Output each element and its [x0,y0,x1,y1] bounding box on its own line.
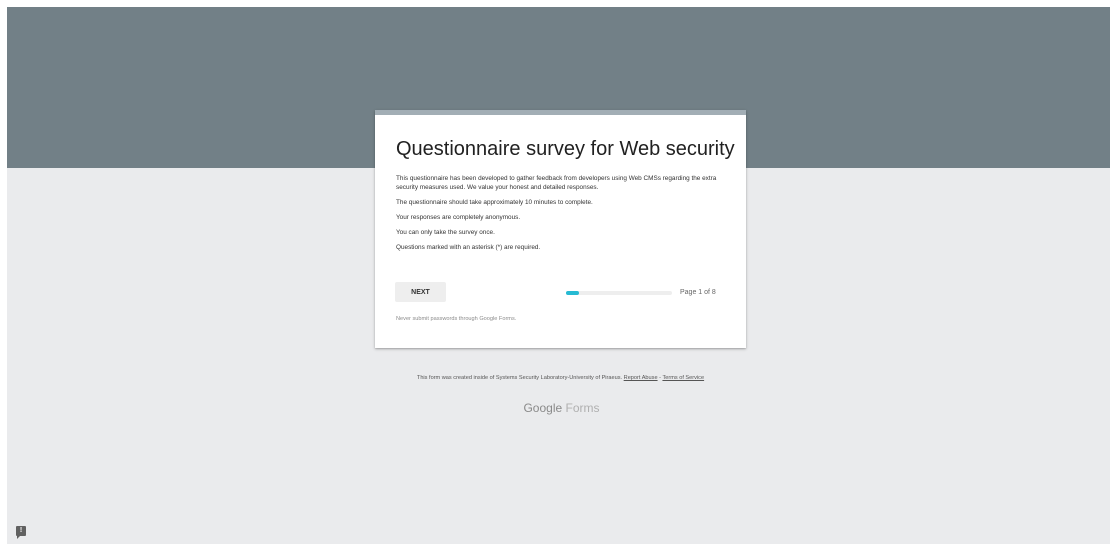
progress-bar-fill [566,291,579,295]
footer-notice: This form was created inside of Systems … [390,375,731,383]
page-indicator: Page 1 of 8 [680,289,716,296]
description-required: Questions marked with an asterisk (*) ar… [396,243,541,251]
form-title: Questionnaire survey for Web security [396,138,735,160]
form-card: Questionnaire survey for Web security Th… [375,110,746,348]
progress-bar [566,291,672,295]
form-description: This questionnaire has been developed to… [396,175,726,259]
password-warning: Never submit passwords through Google Fo… [396,316,517,322]
description-anonymous: Your responses are completely anonymous. [396,213,521,221]
google-forms-logo[interactable]: Google Forms [510,401,613,415]
description-duration: The questionnaire should take approximat… [396,198,593,206]
description-intro: This questionnaire has been developed to… [396,175,717,191]
brand-google: Google [523,401,563,415]
footer-created-text: This form was created inside of Systems … [416,375,623,381]
brand-forms: Forms [562,401,600,415]
feedback-button[interactable]: ! [16,526,26,539]
form-page: Questionnaire survey for Web security Th… [7,7,1110,544]
report-abuse-link[interactable]: Report Abuse [624,375,658,381]
terms-of-service-link[interactable]: Terms of Service [662,375,704,381]
next-button[interactable]: NEXT [395,282,446,302]
card-accent-bar [375,110,746,115]
description-once: You can only take the survey once. [396,228,495,236]
feedback-exclamation-icon: ! [19,527,23,534]
